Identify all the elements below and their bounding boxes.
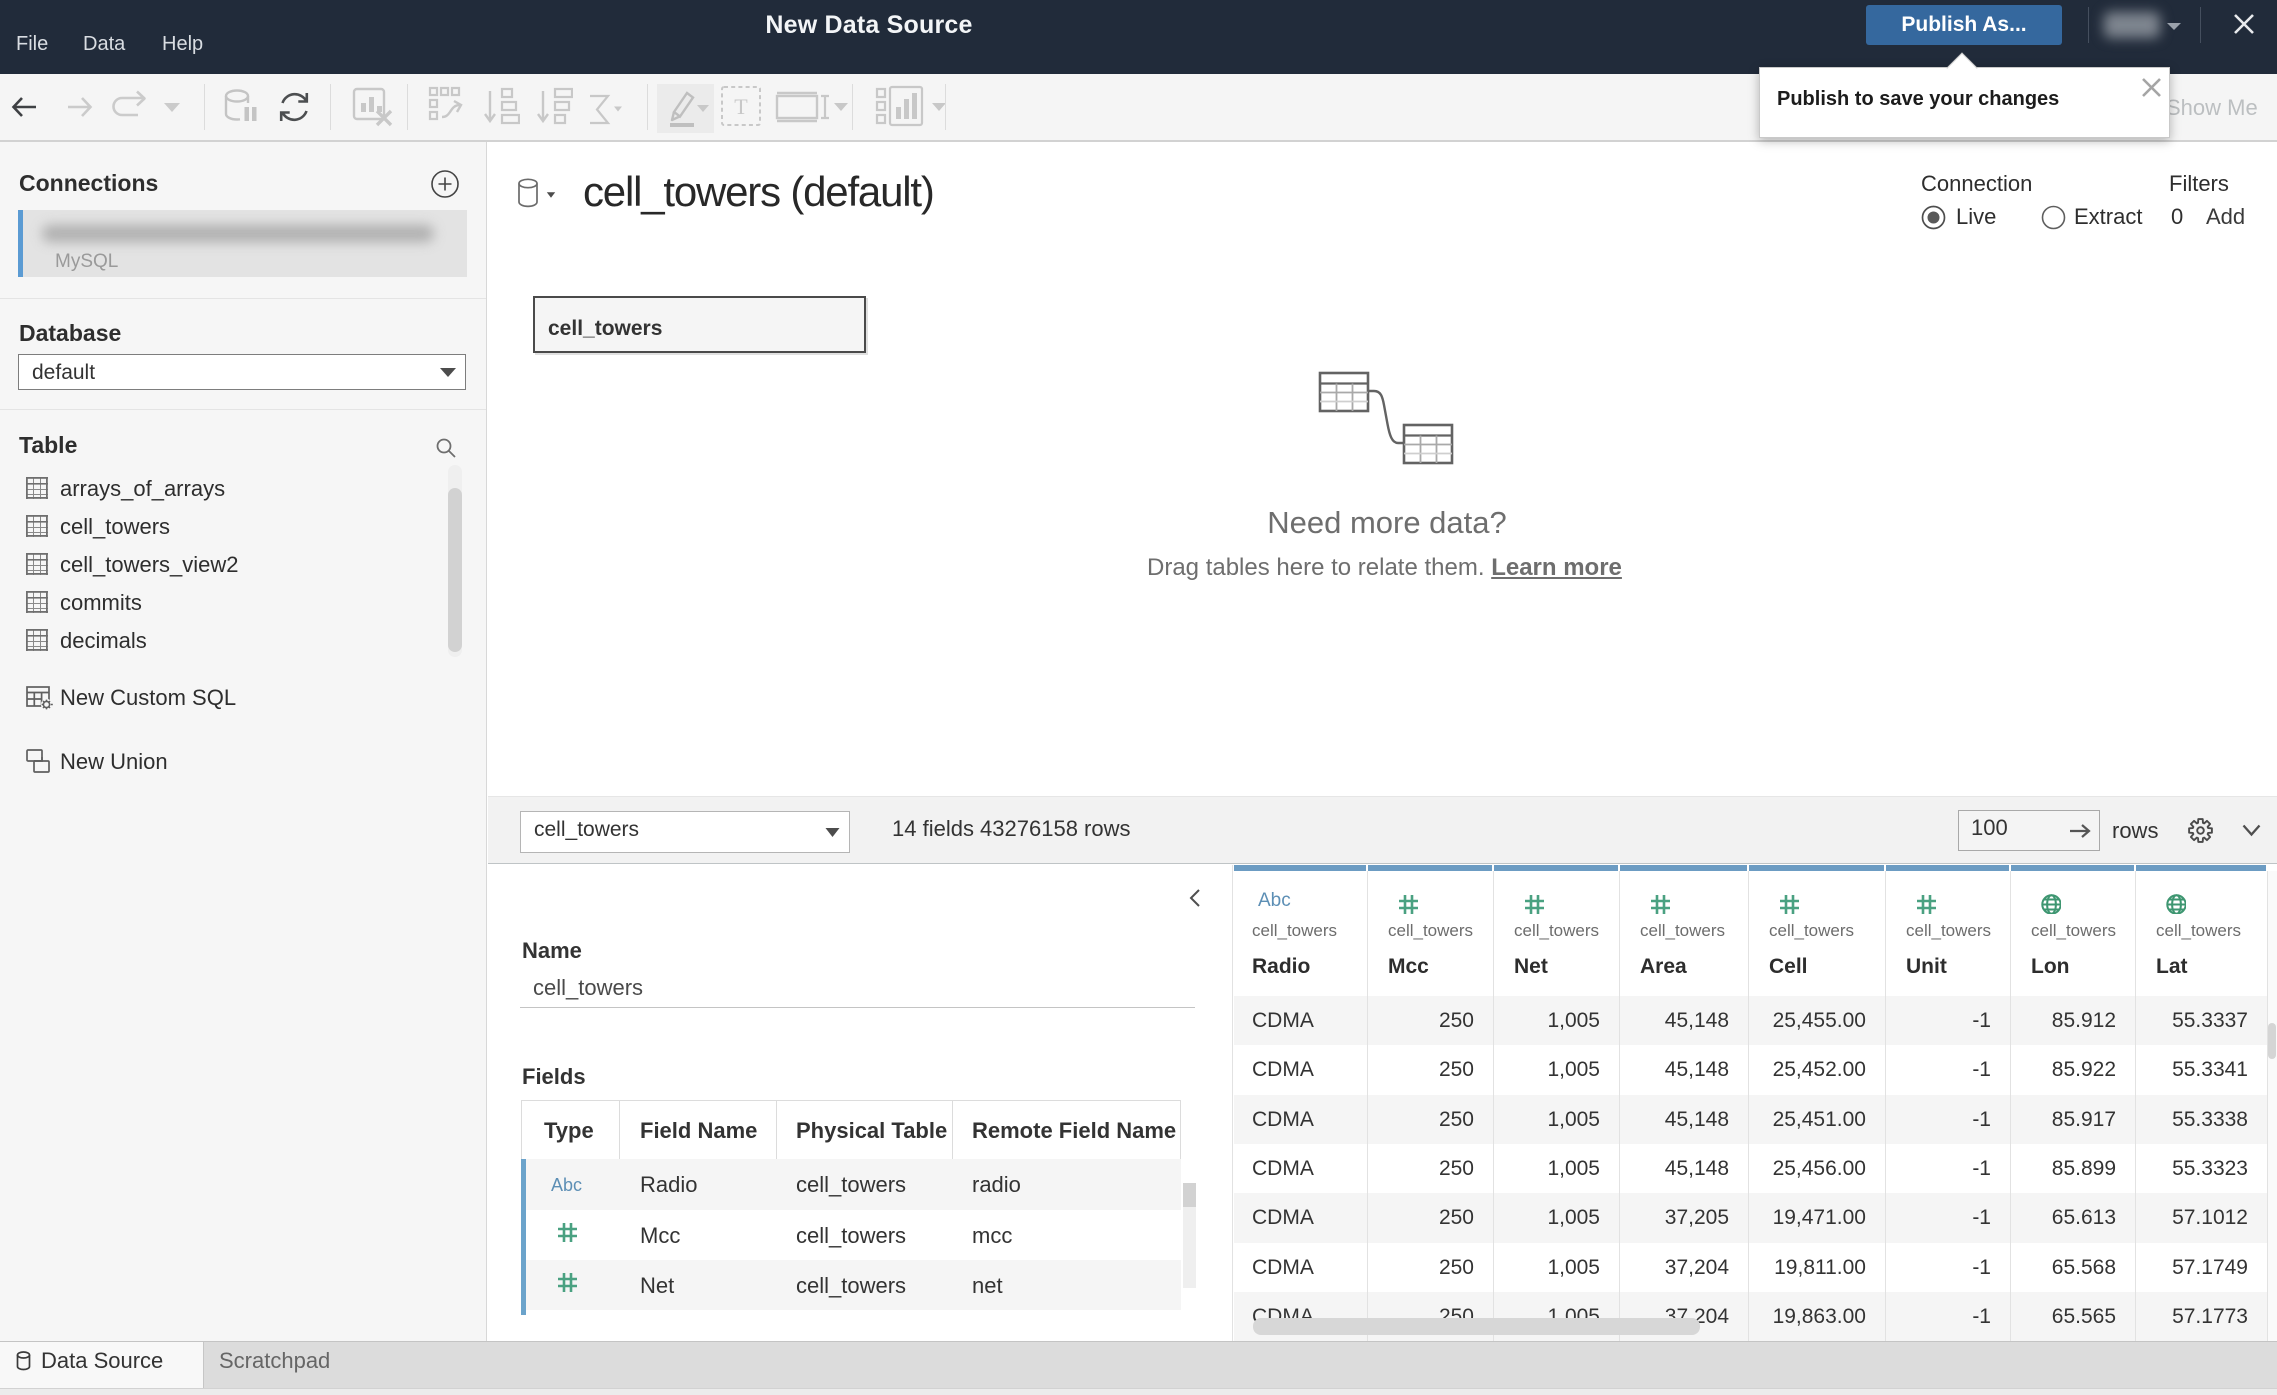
svg-text:T: T: [734, 94, 748, 119]
